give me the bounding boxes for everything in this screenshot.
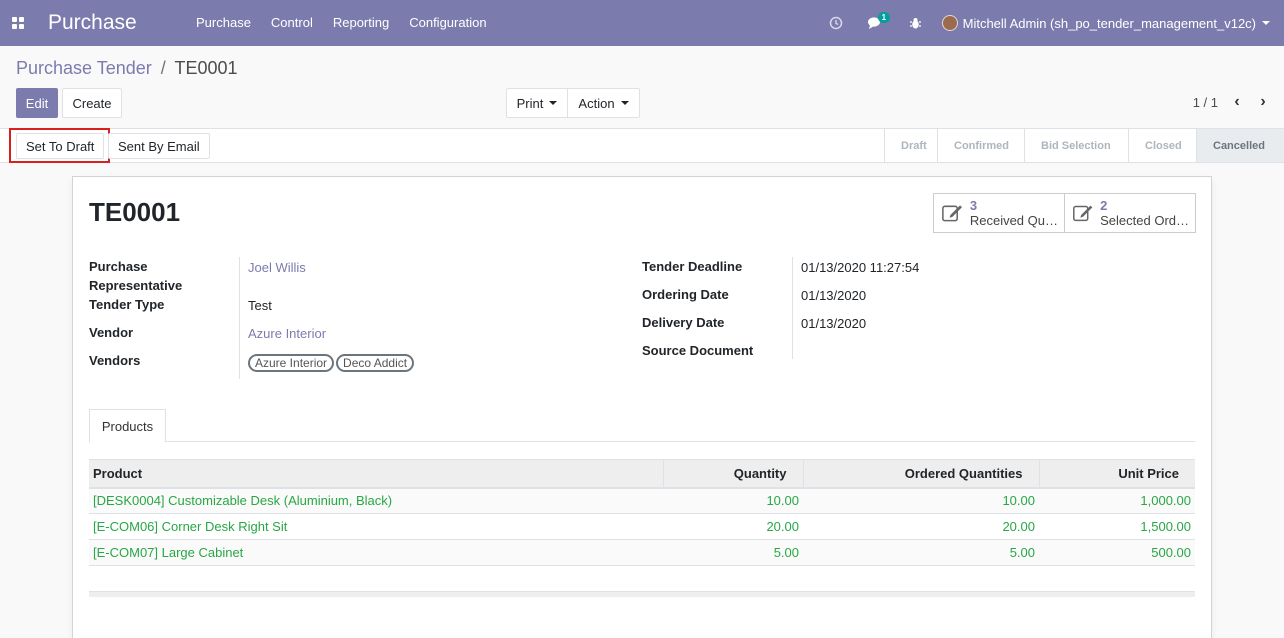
- user-name: Mitchell Admin (sh_po_tender_management_…: [962, 15, 1256, 31]
- selected-orders-button[interactable]: 2 Selected Ord…: [1064, 193, 1196, 233]
- cell-quantity: 5.00: [663, 539, 803, 566]
- cell-quantity: 20.00: [663, 513, 803, 540]
- action-dropdown[interactable]: Action: [568, 88, 640, 118]
- bug-icon[interactable]: [896, 0, 936, 46]
- cell-ordered-quantity: 5.00: [803, 539, 1039, 566]
- chevron-left-icon[interactable]: ‹: [1224, 93, 1250, 111]
- form-statusbar: Set To Draft Sent By Email Draft Confirm…: [0, 128, 1284, 163]
- smart-label: Received Qu…: [969, 213, 1058, 228]
- table-row[interactable]: [E-COM07] Large Cabinet 5.00 5.00 500.00: [89, 539, 1195, 566]
- received-quotations-button[interactable]: 3 Received Qu…: [933, 193, 1065, 233]
- clock-icon[interactable]: [816, 0, 856, 46]
- chat-icon[interactable]: 1: [856, 0, 896, 46]
- edit-button[interactable]: Edit: [16, 88, 58, 118]
- cell-unit-price: 1,000.00: [1039, 487, 1195, 514]
- notebook-tabs: Products: [89, 409, 1195, 443]
- breadcrumb-separator: /: [160, 58, 166, 78]
- print-label: Print: [516, 95, 544, 111]
- column-header-product[interactable]: Product: [89, 459, 663, 489]
- cell-product: [E-COM06] Corner Desk Right Sit: [89, 513, 663, 540]
- chat-badge: 1: [877, 12, 891, 23]
- chevron-down-icon: [1262, 21, 1270, 25]
- column-header-quantity[interactable]: Quantity: [662, 459, 803, 489]
- table-footer: [89, 591, 1195, 597]
- cell-quantity: 10.00: [663, 487, 803, 514]
- cell-product: [E-COM07] Large Cabinet: [89, 539, 663, 566]
- purchase-rep-value[interactable]: Joel Willis: [248, 258, 306, 277]
- form-sheet: TE0001 3 Received Qu… 2 Selected Ord… Pu…: [72, 176, 1212, 638]
- pager: 1 / 1 ‹ ›: [1193, 93, 1276, 111]
- label-line: Purchase: [89, 259, 148, 274]
- delivery-date-label: Delivery Date: [642, 315, 725, 330]
- smart-count: 2: [1100, 198, 1108, 213]
- stage-bid-selection: Bid Selection: [1024, 129, 1128, 162]
- vendors-label: Vendors: [89, 353, 141, 368]
- table-row[interactable]: [DESK0004] Customizable Desk (Aluminium,…: [89, 487, 1195, 514]
- ordering-date-value[interactable]: 01/13/2020: [801, 286, 866, 305]
- cell-ordered-quantity: 10.00: [803, 487, 1039, 514]
- column-header-ordered-quantities[interactable]: Ordered Quantities: [802, 459, 1039, 489]
- purchase-rep-label: Purchase Representative: [89, 257, 182, 295]
- breadcrumb-current: TE0001: [174, 58, 238, 78]
- action-label: Action: [578, 95, 615, 111]
- ordering-date-label: Ordering Date: [642, 287, 729, 302]
- sidebar-actions: Print Action: [506, 88, 640, 118]
- stage-cancelled: Cancelled: [1196, 129, 1284, 162]
- create-button[interactable]: Create: [62, 88, 122, 118]
- vendor-label: Vendor: [89, 325, 134, 340]
- menu-item-reporting[interactable]: Reporting: [323, 0, 399, 46]
- avatar: [941, 15, 958, 31]
- record-title: TE0001: [89, 197, 181, 227]
- top-navbar: Purchase Purchase Control Reporting Conf…: [0, 0, 1284, 46]
- tender-type-value[interactable]: Test: [248, 296, 272, 315]
- breadcrumb: Purchase Tender / TE0001: [16, 58, 238, 79]
- field-divider: [239, 257, 240, 379]
- edit-pencil-icon: [942, 205, 962, 222]
- tender-deadline-label: Tender Deadline: [642, 259, 743, 274]
- chevron-right-icon[interactable]: ›: [1250, 93, 1276, 111]
- sent-by-email-button[interactable]: Sent By Email: [108, 133, 210, 159]
- chevron-down-icon: [620, 101, 629, 105]
- menu-item-configuration[interactable]: Configuration: [399, 0, 496, 46]
- field-divider: [792, 257, 793, 359]
- tender-type-label: Tender Type: [89, 297, 165, 312]
- smart-count: 3: [969, 198, 978, 213]
- table-row[interactable]: [E-COM06] Corner Desk Right Sit 20.00 20…: [89, 513, 1195, 540]
- source-document-label: Source Document: [642, 343, 754, 358]
- tab-products[interactable]: Products: [89, 409, 166, 443]
- cell-product: [DESK0004] Customizable Desk (Aluminium,…: [89, 487, 663, 514]
- main-menu: Purchase Control Reporting Configuration: [184, 0, 497, 46]
- menu-item-purchase[interactable]: Purchase: [184, 0, 261, 46]
- stage-draft: Draft: [884, 129, 937, 162]
- vendor-tag[interactable]: Deco Addict: [336, 354, 415, 372]
- tender-deadline-value[interactable]: 01/13/2020 11:27:54: [801, 258, 919, 277]
- apps-grid-icon[interactable]: [2, 0, 34, 46]
- delivery-date-value[interactable]: 01/13/2020: [801, 314, 866, 333]
- table-header-row: Product Quantity Ordered Quantities Unit…: [89, 459, 1195, 489]
- chevron-down-icon: [549, 101, 558, 105]
- vendor-value[interactable]: Azure Interior: [248, 324, 326, 343]
- cell-unit-price: 1,500.00: [1039, 513, 1195, 540]
- annotation-highlight-box: [9, 128, 110, 163]
- print-dropdown[interactable]: Print: [506, 88, 568, 118]
- cell-unit-price: 500.00: [1039, 539, 1195, 566]
- edit-pencil-icon: [1073, 205, 1093, 222]
- app-brand[interactable]: Purchase: [48, 11, 184, 35]
- navbar-systray: 1 Mitchell Admin (sh_po_tender_managemen…: [816, 0, 1284, 46]
- column-header-unit-price[interactable]: Unit Price: [1038, 459, 1195, 489]
- breadcrumb-parent[interactable]: Purchase Tender: [16, 58, 152, 78]
- menu-item-control[interactable]: Control: [261, 0, 323, 46]
- vendors-tags: Azure Interior Deco Addict: [248, 353, 416, 372]
- label-line: Representative: [89, 278, 183, 293]
- stage-closed: Closed: [1128, 129, 1196, 162]
- pager-value[interactable]: 1 / 1: [1193, 95, 1218, 110]
- smart-label: Selected Ord…: [1100, 213, 1189, 228]
- vendor-tag[interactable]: Azure Interior: [248, 354, 335, 372]
- products-table: Product Quantity Ordered Quantities Unit…: [89, 459, 1195, 566]
- user-menu[interactable]: Mitchell Admin (sh_po_tender_management_…: [936, 15, 1284, 31]
- stage-pipeline: Draft Confirmed Bid Selection Closed Can…: [884, 129, 1284, 162]
- stage-confirmed: Confirmed: [937, 129, 1024, 162]
- cell-ordered-quantity: 20.00: [803, 513, 1039, 540]
